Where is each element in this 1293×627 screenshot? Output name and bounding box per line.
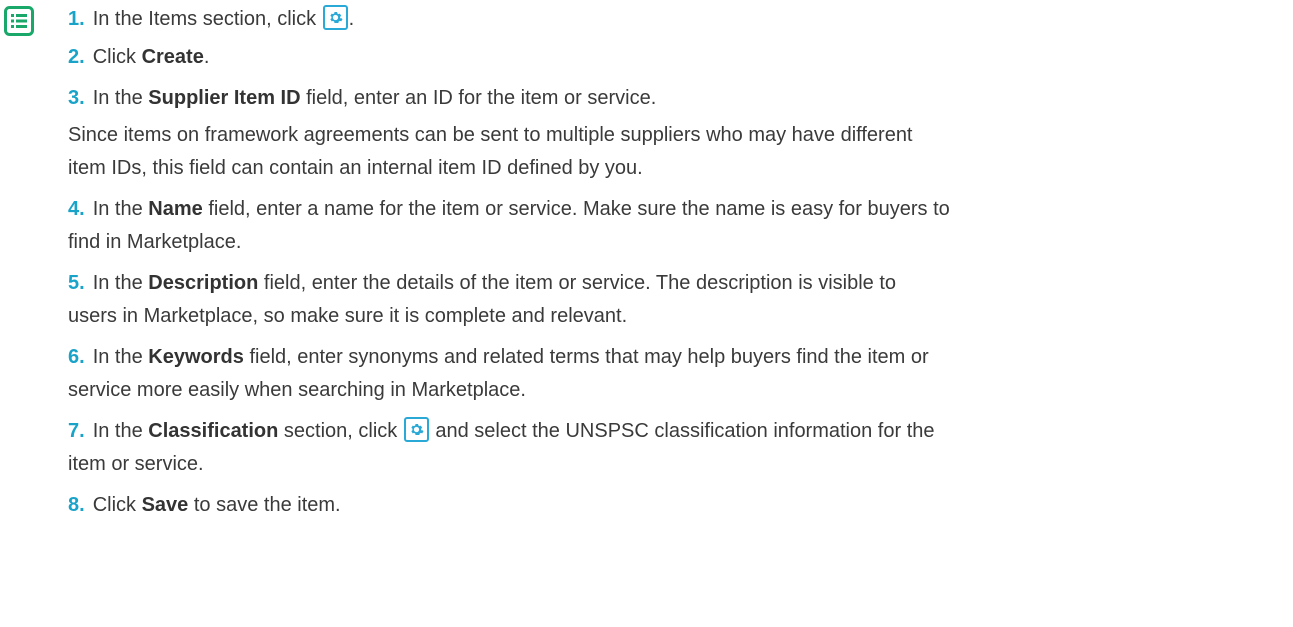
step-text-segment: In the: [92, 87, 149, 109]
step-4: 4. In the Name field, enter a name for th…: [68, 193, 1283, 259]
step-text-segment: Click: [92, 46, 142, 68]
step-number: 1.: [68, 8, 85, 30]
step-text-continuation: users in Marketplace, so make sure it is…: [68, 305, 628, 327]
ui-term: Description: [148, 272, 259, 294]
step-text: In the Description field, enter the deta…: [93, 272, 896, 294]
step-number: 6.: [68, 346, 85, 368]
step-text-continuation: find in Marketplace.: [68, 231, 242, 253]
step-number: 5.: [68, 272, 85, 294]
step-text-segment: field, enter synonyms and related terms …: [243, 346, 929, 368]
step-3: 3. In the Supplier Item ID field, enter a…: [68, 82, 1283, 185]
procedure-steps: 1. In the Items section, click . 2. Click …: [68, 0, 1283, 530]
step-text-segment: In the: [92, 346, 149, 368]
step-number: 4.: [68, 198, 85, 220]
step-number: 7.: [68, 420, 85, 442]
ui-term: Save: [141, 494, 189, 516]
ui-term: Keywords: [148, 346, 244, 368]
step-2: 2. Click Create.: [68, 41, 1283, 74]
step-text-segment: section, click: [278, 420, 403, 442]
step-text: Click Create.: [93, 46, 210, 68]
step-number: 2.: [68, 46, 85, 68]
note-line: item IDs, this field can contain an inte…: [68, 157, 643, 179]
gear-icon: [322, 5, 348, 30]
step-text: In the Classification section, click and…: [92, 417, 935, 442]
step-text-segment: Click: [92, 494, 142, 516]
step-text-segment: In the: [92, 420, 149, 442]
step-text-segment: field, enter the details of the item or …: [258, 272, 897, 294]
ui-term: Create: [141, 46, 204, 68]
step-text: Click Save to save the item.: [93, 494, 341, 516]
step-text-segment: to save the item.: [188, 494, 341, 516]
step-text: In the Name field, enter a name for the …: [93, 198, 950, 220]
step-7: 7. In the Classification section, click a…: [68, 415, 1283, 481]
step-text-segment: .: [203, 46, 210, 68]
step-1: 1. In the Items section, click .: [68, 3, 1283, 36]
ui-term: Supplier Item ID: [148, 87, 301, 109]
step-text: In the Keywords field, enter synonyms an…: [93, 346, 929, 368]
step-text-continuation: service more easily when searching in Ma…: [68, 379, 526, 401]
step-text-segment: .: [348, 8, 355, 30]
step-text-segment: In the: [92, 272, 149, 294]
gear-icon: [403, 417, 429, 442]
step-text-segment: field, enter an ID for the item or servi…: [300, 87, 657, 109]
step-text-segment: In the Items section, click: [92, 8, 322, 30]
step-text-segment: field, enter a name for the item or serv…: [202, 198, 950, 220]
step-note: Since items on framework agreements can …: [68, 119, 1283, 185]
list-icon: [4, 6, 34, 36]
ui-term: Name: [148, 198, 203, 220]
step-text-segment: In the: [92, 198, 149, 220]
step-8: 8. Click Save to save the item.: [68, 489, 1283, 522]
step-5: 5. In the Description field, enter the de…: [68, 267, 1283, 333]
step-number: 3.: [68, 87, 85, 109]
step-text: In the Supplier Item ID field, enter an …: [93, 87, 657, 109]
step-text-segment: and select the UNSPSC classification inf…: [429, 420, 935, 442]
step-number: 8.: [68, 494, 85, 516]
note-line: Since items on framework agreements can …: [68, 124, 913, 146]
step-text: In the Items section, click .: [92, 5, 355, 30]
step-6: 6. In the Keywords field, enter synonyms …: [68, 341, 1283, 407]
step-text-continuation: item or service.: [68, 453, 204, 475]
ui-term: Classification: [148, 420, 279, 442]
